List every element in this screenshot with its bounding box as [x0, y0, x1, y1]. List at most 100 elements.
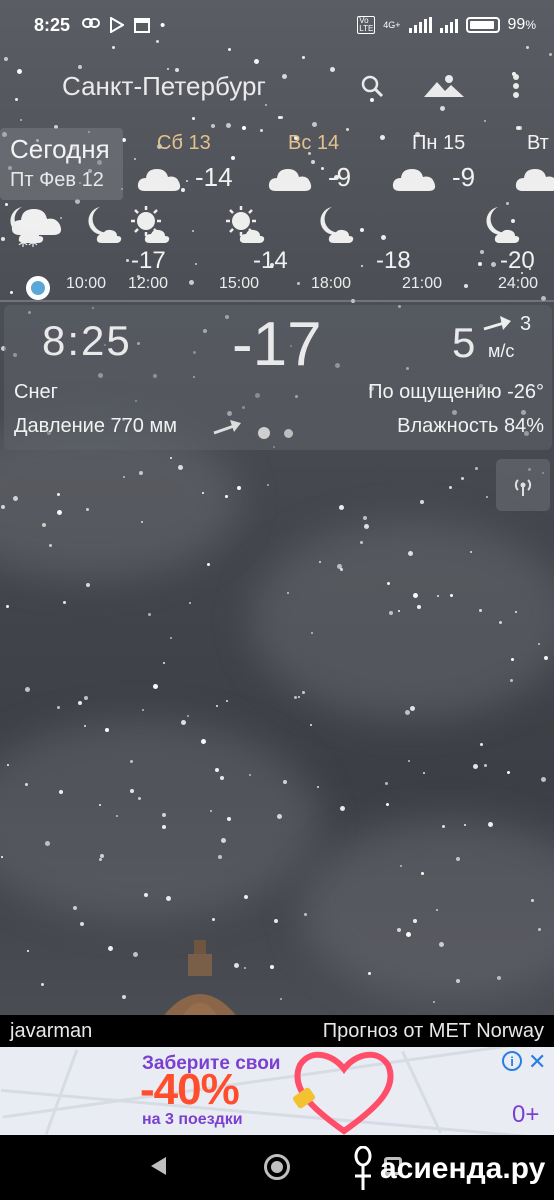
snowflake	[479, 609, 482, 612]
home-button[interactable]	[264, 1154, 290, 1180]
snowflake	[123, 476, 125, 478]
snowflake	[225, 495, 228, 498]
snowflake	[413, 919, 417, 923]
ad-close-icon[interactable]: ✕	[528, 1049, 546, 1075]
snowflake	[227, 817, 231, 821]
wind-unit: м/с	[488, 341, 515, 361]
search-icon	[361, 75, 384, 98]
link-icon	[82, 17, 101, 28]
day-temp: -14	[195, 162, 233, 192]
snowflake	[237, 486, 241, 490]
snowflake	[420, 500, 424, 504]
hour-label: 12:00	[128, 275, 169, 292]
back-icon[interactable]	[148, 1155, 168, 1177]
pager-dot-active	[258, 427, 270, 439]
snowflake	[484, 764, 487, 767]
author-credit[interactable]: javarman	[10, 1020, 92, 1043]
snowflake	[148, 613, 151, 616]
city-name[interactable]: Санкт-Петербург	[62, 71, 266, 102]
search-button[interactable]	[354, 68, 390, 104]
snowflake	[162, 813, 166, 817]
snowflake	[84, 696, 88, 700]
snowflake	[99, 804, 101, 806]
snowflake	[433, 1001, 435, 1003]
snowflake	[63, 601, 66, 604]
snowflake	[423, 772, 425, 774]
bg-cloud	[300, 820, 554, 1000]
snowflake	[310, 724, 312, 726]
day-forecast-3[interactable]: Вт	[515, 128, 554, 200]
ad-banner[interactable]: Заберите свои -40% на 3 поездки i ✕ 0+	[0, 1047, 554, 1135]
calendar-icon	[134, 17, 151, 33]
moon-cloud-icon	[0, 205, 44, 250]
status-right: Vo LTE 4G+ 99%	[357, 16, 536, 34]
snowflake	[86, 508, 89, 511]
footer: javarman Прогноз от MET Norway	[0, 1015, 554, 1047]
snowflake	[139, 471, 143, 475]
snowflake	[141, 521, 143, 523]
snowflake	[298, 696, 300, 698]
snowflake	[144, 893, 148, 897]
background-button[interactable]	[422, 68, 466, 104]
day-name: Вс 14	[288, 132, 340, 154]
snowflake	[181, 720, 186, 725]
day-name: Сб 13	[157, 132, 211, 154]
snowflake	[270, 965, 274, 969]
snowflake	[531, 899, 534, 902]
snowflake	[116, 815, 118, 817]
snowflake	[398, 610, 400, 612]
hour-label: 15:00	[219, 275, 260, 292]
hour-label: 10:00	[66, 275, 107, 292]
pressure-trend-icon	[213, 420, 241, 435]
snowflake	[385, 782, 388, 785]
sun-cloud-icon	[130, 205, 170, 250]
hourly-forecast: 10:00 ** 12:00 -17 15:00 -14 18:00 -18 21:00 24:0…	[0, 205, 554, 300]
snowflake	[408, 760, 410, 762]
current-time: 8:25	[42, 317, 132, 364]
condition-text: Снег	[14, 381, 58, 403]
snowflake	[340, 568, 343, 571]
more-dot-icon: •	[160, 16, 166, 34]
snowflake	[49, 544, 52, 547]
day-name: Вт	[527, 132, 549, 154]
snowflake	[220, 776, 224, 780]
snowflake	[267, 484, 269, 486]
snowflake	[319, 561, 321, 563]
today-tab[interactable]: Сегодня Пт Фев 12	[0, 128, 123, 200]
menu-button[interactable]	[498, 68, 534, 104]
current-conditions[interactable]: 8:25 -17 5 3 м/с Снег По ощущению -26° Д…	[4, 305, 552, 450]
snowflake	[277, 814, 282, 819]
snowflake	[25, 687, 30, 692]
radar-icon	[514, 479, 532, 496]
day-forecast-2[interactable]: Пн 15 -9	[392, 128, 502, 200]
radar-button[interactable]	[496, 459, 550, 511]
snowflake	[163, 662, 165, 664]
feels-like: По ощущению -26°	[368, 381, 544, 403]
more-vert-icon	[513, 74, 519, 98]
snowflake	[450, 594, 453, 597]
forecast-source[interactable]: Прогноз от MET Norway	[323, 1020, 544, 1043]
snowflake	[84, 725, 86, 727]
watermark-logo-icon	[354, 1146, 372, 1190]
day-forecast-1[interactable]: Вс 14 -9	[268, 128, 378, 200]
wind-speed: 5	[452, 319, 476, 366]
snowflake	[45, 841, 50, 846]
ad-subline: на 3 поездки	[142, 1111, 243, 1128]
snowflake	[153, 684, 158, 689]
day-forecast-0[interactable]: Сб 13 -14	[137, 128, 247, 200]
snowflake	[389, 611, 393, 615]
snowflake	[311, 632, 313, 634]
ad-info-icon[interactable]: i	[502, 1051, 522, 1071]
day-temp: -9	[328, 162, 352, 192]
snowflake	[280, 998, 282, 1000]
cloud-icon	[137, 169, 181, 191]
status-time: 8:25	[34, 14, 71, 35]
status-notification-icons: •	[82, 16, 166, 34]
snowflake	[42, 523, 46, 527]
snowflake	[244, 895, 248, 899]
daily-forecast: Сегодня Пт Фев 12 Сб 13 -14 Вс 14 -9 Пн 15 -9…	[0, 128, 554, 200]
ad-age-rating: 0+	[512, 1101, 540, 1128]
snowflake	[170, 457, 172, 459]
snowflake	[1, 505, 5, 509]
signal-2-icon	[439, 17, 458, 33]
